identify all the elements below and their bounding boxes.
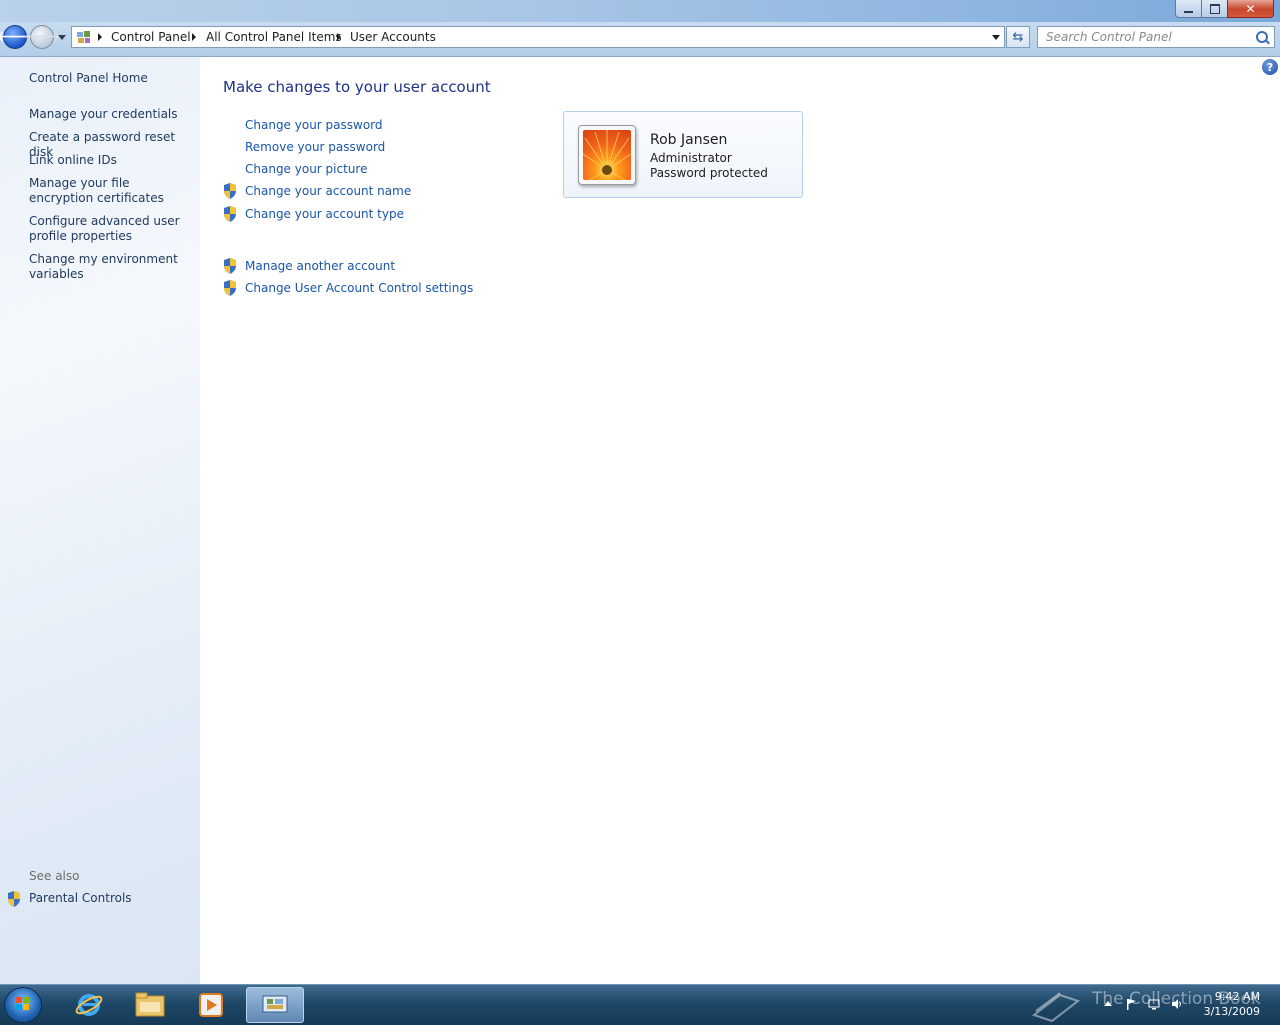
remove-password-link[interactable]: Remove your password: [245, 140, 385, 154]
advanced-profile-properties-link[interactable]: Configure advanced user profile properti…: [29, 214, 194, 244]
search-placeholder: Search Control Panel: [1046, 30, 1172, 44]
user-name: Rob Jansen: [650, 132, 728, 148]
environment-variables-link[interactable]: Change my environment variables: [29, 252, 194, 282]
page-title: Make changes to your user account: [223, 78, 491, 96]
book-watermark-icon: [1031, 992, 1081, 1023]
flower-picture-icon: [583, 130, 631, 180]
forward-arrow-icon: 🡒: [23, 29, 61, 45]
folder-icon: [135, 992, 165, 1017]
taskbar-media-player[interactable]: [182, 987, 240, 1023]
change-password-link[interactable]: Change your password: [245, 118, 383, 132]
change-account-name-link[interactable]: Change your account name: [245, 184, 411, 198]
control-panel-window: ✕ 🡐 🡒 Control Panel All Control Panel It…: [0, 0, 1280, 984]
close-icon: ✕: [1245, 1, 1256, 16]
restore-icon: [1209, 3, 1220, 14]
manage-another-account-link[interactable]: Manage another account: [245, 259, 395, 273]
see-also-heading: See also: [29, 869, 80, 883]
uac-settings-link[interactable]: Change User Account Control settings: [245, 281, 473, 295]
breadcrumb-separator[interactable]: [98, 33, 102, 41]
uac-shield-icon: [224, 183, 236, 199]
taskbar-control-panel[interactable]: [246, 987, 304, 1023]
system-clock[interactable]: 9:42 AM 3/13/2009: [1196, 989, 1260, 1019]
action-center-flag-icon[interactable]: [1125, 998, 1137, 1010]
breadcrumb-all-items[interactable]: All Control Panel Items: [206, 30, 342, 44]
internet-explorer-icon: [75, 994, 103, 1016]
refresh-icon: ⇆: [1012, 29, 1024, 45]
help-icon[interactable]: ?: [1262, 59, 1278, 75]
address-bar[interactable]: Control Panel All Control Panel Items Us…: [71, 26, 1005, 48]
search-input[interactable]: Search Control Panel: [1037, 26, 1275, 48]
address-dropdown-icon[interactable]: [992, 35, 1000, 40]
change-account-type-link[interactable]: Change your account type: [245, 207, 404, 221]
minimize-icon: [1184, 10, 1193, 13]
navigation-bar: 🡐 🡒 Control Panel All Control Panel Item…: [0, 22, 1280, 57]
refresh-button[interactable]: ⇆: [1006, 26, 1030, 48]
control-panel-icon: [262, 995, 288, 1013]
media-player-icon: [199, 993, 223, 1017]
network-icon[interactable]: [1148, 998, 1160, 1010]
parental-controls-link[interactable]: Parental Controls: [29, 891, 132, 905]
change-picture-link[interactable]: Change your picture: [245, 162, 367, 176]
uac-shield-icon: [8, 891, 20, 907]
clock-time: 9:42 AM: [1214, 990, 1260, 1003]
control-panel-icon: [77, 31, 90, 43]
control-panel-home-link[interactable]: Control Panel Home: [29, 71, 194, 86]
user-account-tile: Rob Jansen Administrator Password protec…: [563, 111, 803, 198]
recent-pages-dropdown[interactable]: [57, 32, 67, 42]
breadcrumb-separator[interactable]: [192, 33, 196, 41]
taskbar-internet-explorer[interactable]: [60, 987, 118, 1023]
taskbar-windows-explorer[interactable]: [121, 987, 179, 1023]
uac-shield-icon: [224, 206, 236, 222]
restore-button[interactable]: [1201, 0, 1228, 18]
user-role: Administrator: [650, 151, 732, 165]
link-online-ids-link[interactable]: Link online IDs: [29, 153, 194, 168]
show-hidden-icons-icon[interactable]: [1102, 998, 1114, 1010]
clock-date: 3/13/2009: [1203, 1005, 1260, 1018]
windows-logo-icon: [16, 997, 29, 1010]
user-avatar: [578, 125, 636, 185]
start-button[interactable]: [4, 987, 42, 1023]
uac-shield-icon: [224, 280, 236, 296]
volume-icon[interactable]: [1171, 998, 1183, 1010]
taskbar: The Collection Book 9:42 AM 3/13/2009: [0, 984, 1280, 1025]
uac-shield-icon: [224, 258, 236, 274]
title-bar[interactable]: ✕: [0, 0, 1280, 22]
breadcrumb-control-panel[interactable]: Control Panel: [111, 30, 191, 44]
search-icon[interactable]: [1256, 31, 1268, 43]
breadcrumb-user-accounts[interactable]: User Accounts: [350, 30, 436, 44]
file-encryption-certificates-link[interactable]: Manage your file encryption certificates: [29, 176, 194, 206]
user-password-status: Password protected: [650, 166, 768, 180]
manage-credentials-link[interactable]: Manage your credentials: [29, 107, 194, 122]
close-button[interactable]: ✕: [1227, 0, 1274, 18]
breadcrumb-separator[interactable]: [337, 33, 341, 41]
minimize-button[interactable]: [1175, 0, 1202, 18]
task-pane: Control Panel Home Manage your credentia…: [0, 57, 200, 984]
forward-button[interactable]: 🡒: [23, 25, 61, 49]
